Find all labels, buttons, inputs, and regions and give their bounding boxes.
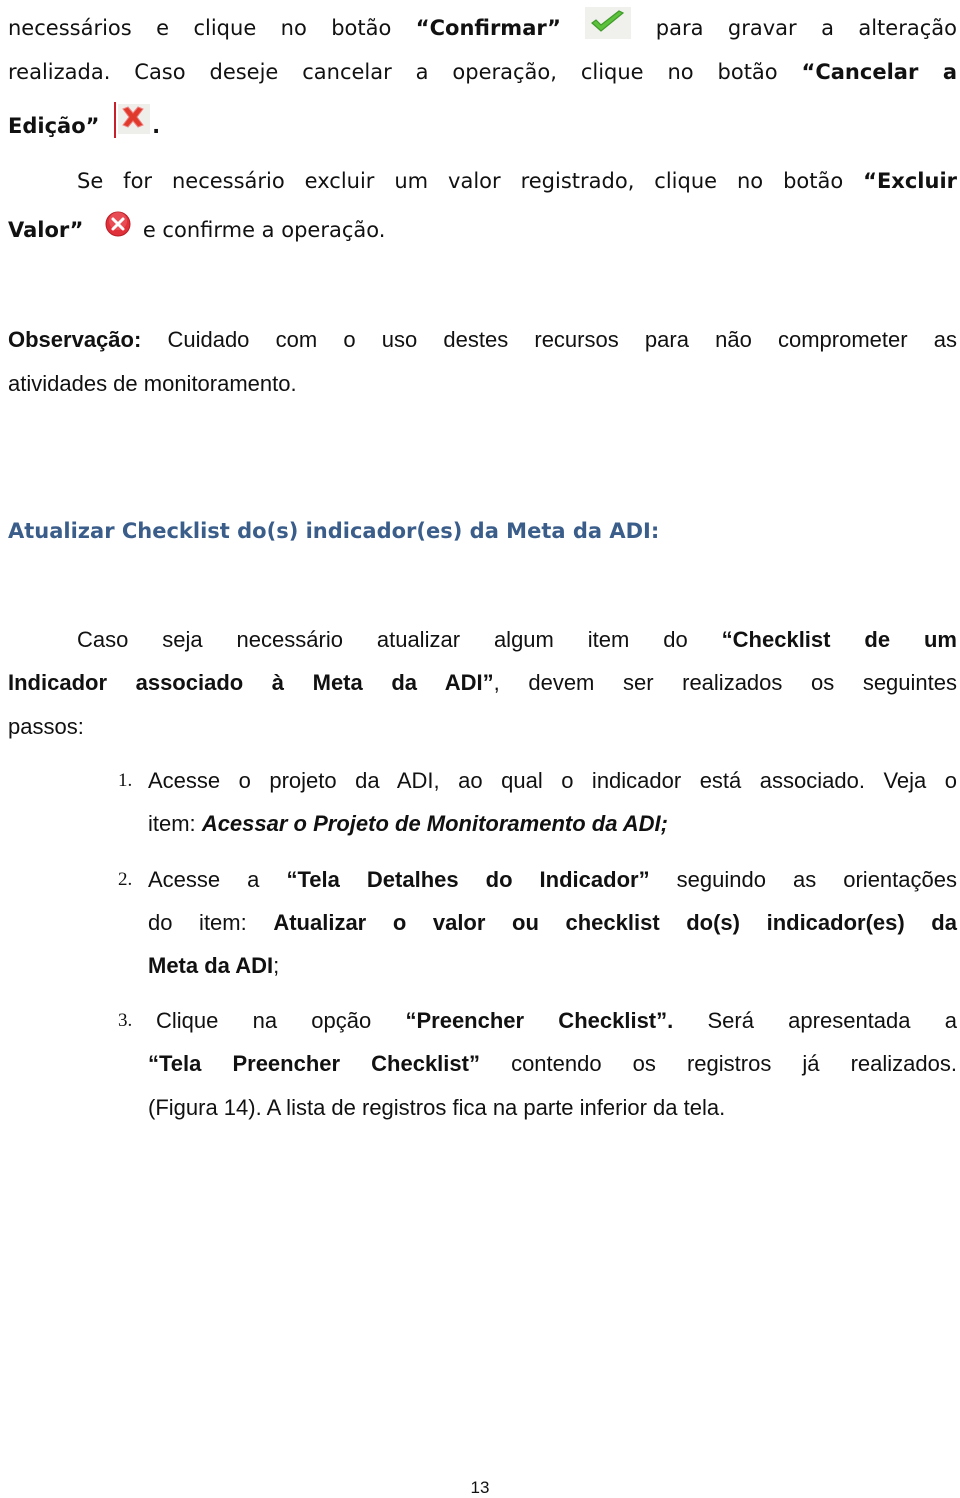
observation-label: Observação: xyxy=(8,327,142,352)
intro-line-2: Indicador associado à Meta da ADI”, deve… xyxy=(8,668,957,698)
intro-line-1: Caso seja necessário atualizar algum ite… xyxy=(77,625,957,655)
screen-name: “Tela Preencher Checklist” xyxy=(148,1051,480,1076)
text: necessários e clique no botão xyxy=(8,16,392,40)
step-3-line-2: “Tela Preencher Checklist” contendo os r… xyxy=(148,1049,957,1079)
text: Será apresentada a xyxy=(707,1008,957,1033)
period: . xyxy=(152,114,161,138)
delete-button-label-cont: Valor” xyxy=(8,218,84,242)
step-1-line-1: Acesse o projeto da ADI, ao qual o indic… xyxy=(148,766,957,796)
cancel-button-label: “Cancelar a xyxy=(801,60,957,84)
text: do item: xyxy=(148,910,247,935)
text: Acesse o projeto da ADI, ao qual o indic… xyxy=(148,768,957,793)
text: seguindo as orientações xyxy=(676,867,957,892)
cancel-x-icon xyxy=(114,102,152,138)
step-3-line-1: Clique na opção “Preencher Checklist”. S… xyxy=(156,1006,957,1036)
text: para gravar a alteração xyxy=(655,16,957,40)
step-number: 2. xyxy=(118,869,133,890)
text: Se for necessário excluir um valor regis… xyxy=(77,169,844,193)
step-1-link: Acessar o Projeto de Monitoramento da AD… xyxy=(201,811,668,836)
confirm-paragraph-line-2: realizada. Caso deseje cancelar a operaç… xyxy=(8,57,957,87)
delete-button-label: “Excluir xyxy=(863,169,957,193)
page-number: 13 xyxy=(470,1478,490,1497)
intro-line-3: passos: xyxy=(8,712,957,742)
observation-text: Cuidado com o uso destes recursos para n… xyxy=(167,327,957,352)
confirm-button-label: “Confirmar” xyxy=(415,16,561,40)
step-number: 3. xyxy=(118,1010,133,1031)
text: realizada. Caso deseje cancelar a operaç… xyxy=(8,60,778,84)
delete-circle-icon xyxy=(104,210,132,238)
observation-line-1: Observação: Cuidado com o uso destes rec… xyxy=(8,325,957,355)
checklist-term: “Checklist de um xyxy=(721,627,957,652)
observation-line-2: atividades de monitoramento. xyxy=(8,369,957,399)
text: e confirme a operação. xyxy=(142,218,386,242)
cancel-button-label-cont: Edição” xyxy=(8,114,100,138)
screen-name: “Tela Detalhes do Indicador” xyxy=(286,867,650,892)
step-number: 1. xyxy=(118,770,133,791)
checklist-term-cont: Indicador associado à Meta da ADI” xyxy=(8,670,494,695)
text: contendo os registros já realizados. xyxy=(511,1051,957,1076)
confirm-paragraph-line-1: necessários e clique no botão “Confirmar… xyxy=(8,7,957,43)
section-heading: Atualizar Checklist do(s) indicador(es) … xyxy=(8,519,660,543)
check-icon xyxy=(585,7,632,39)
text: (Figura 14). A lista de registros fica n… xyxy=(148,1095,726,1120)
text: Clique na opção xyxy=(156,1008,372,1033)
text: , devem ser realizados os seguintes xyxy=(493,670,957,695)
step-2-reference-cont: Meta da ADI xyxy=(148,953,274,978)
text: Caso seja necessário atualizar algum ite… xyxy=(77,627,688,652)
text: Acesse a xyxy=(148,867,260,892)
step-2-line-2: do item: Atualizar o valor ou checklist … xyxy=(148,908,957,938)
option-name: “Preencher Checklist”. xyxy=(405,1008,674,1033)
step-2-line-1: Acesse a “Tela Detalhes do Indicador” se… xyxy=(148,865,957,895)
text: item: xyxy=(148,811,196,836)
text: passos: xyxy=(8,714,84,739)
step-2-reference: Atualizar o valor ou checklist do(s) ind… xyxy=(273,910,957,935)
step-2-line-3: Meta da ADI; xyxy=(148,951,957,981)
delete-paragraph-line-1: Se for necessário excluir um valor regis… xyxy=(77,166,957,196)
icon-border xyxy=(114,102,117,138)
text: ; xyxy=(273,953,280,978)
observation-text-cont: atividades de monitoramento. xyxy=(8,371,297,396)
step-3-line-3: (Figura 14). A lista de registros fica n… xyxy=(148,1093,957,1123)
delete-paragraph-line-2: Valor” e confirme a operação. xyxy=(8,211,957,245)
step-1-line-2: item: Acessar o Projeto de Monitoramento… xyxy=(148,809,957,839)
confirm-paragraph-line-3: Edição” . xyxy=(8,102,957,141)
